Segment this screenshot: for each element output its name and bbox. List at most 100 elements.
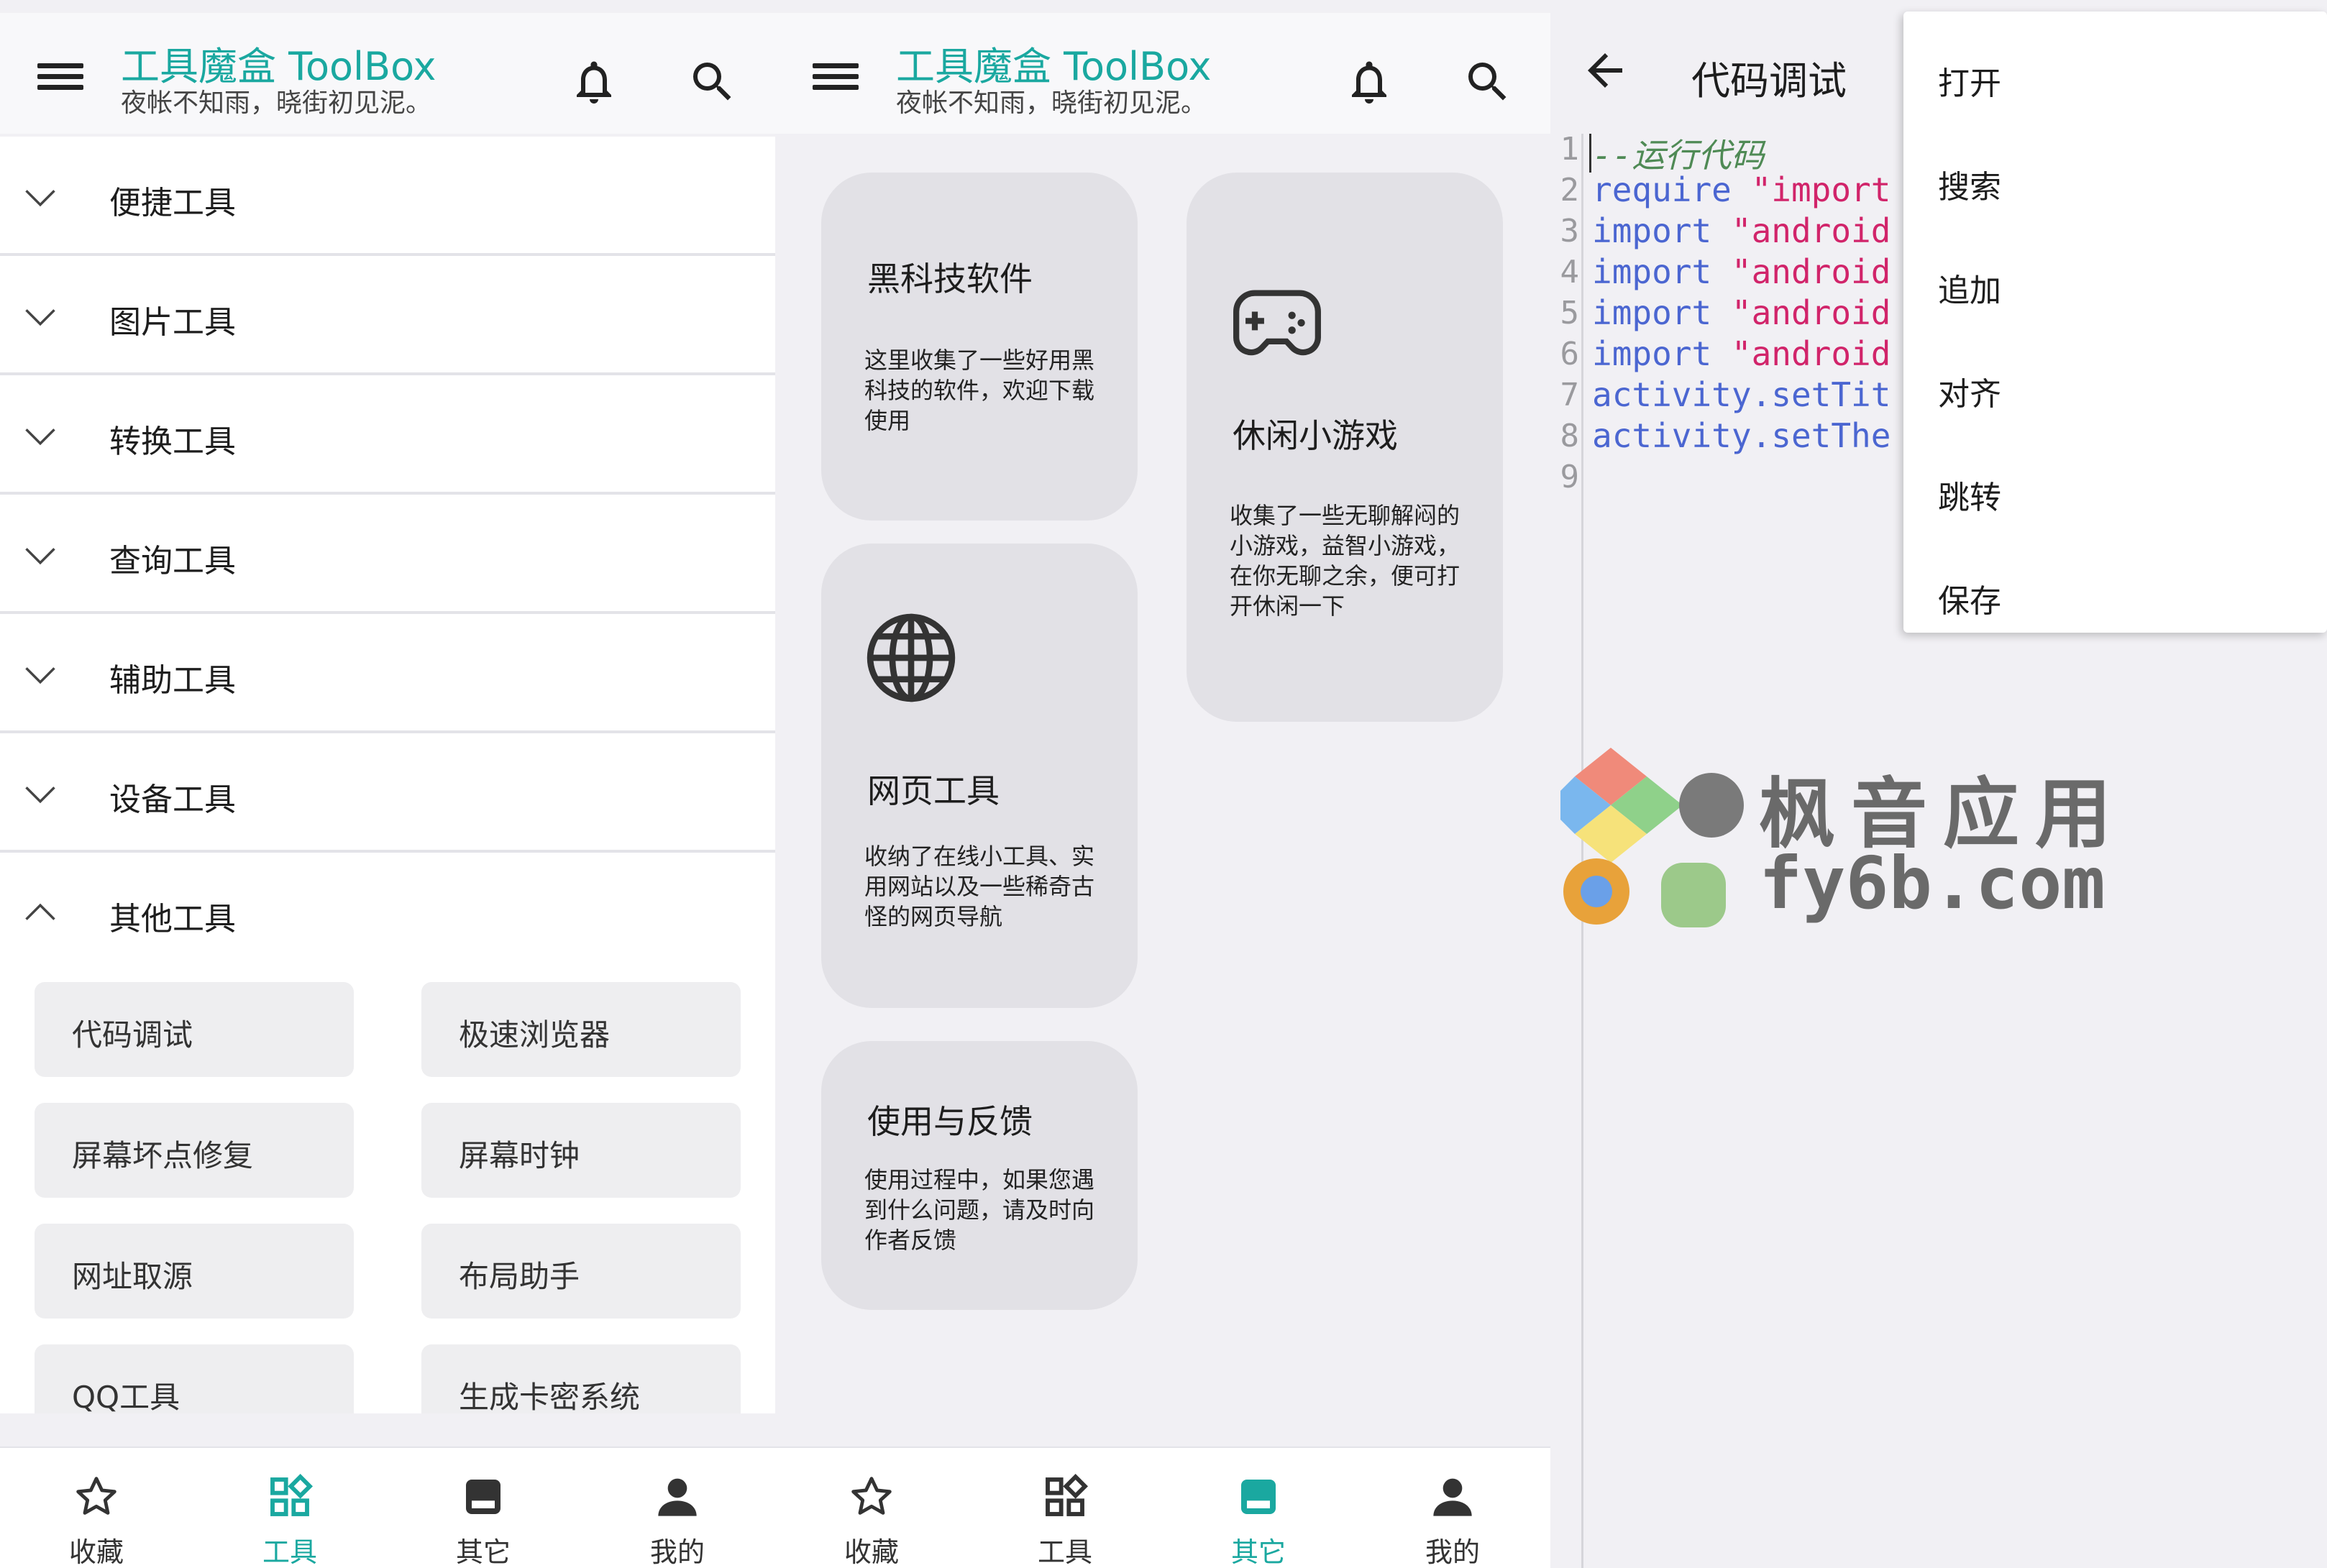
- gamepad-icon: [1233, 290, 1321, 356]
- code-line[interactable]: activity.setTit: [1592, 375, 1891, 414]
- chevron-down-icon: [25, 428, 55, 446]
- category-label: 其他工具: [109, 901, 236, 937]
- line-number: 7: [1560, 377, 1580, 413]
- menu-icon[interactable]: [37, 60, 83, 92]
- nav-favorites[interactable]: 收藏: [800, 1462, 943, 1568]
- code-token: import: [1592, 334, 1712, 373]
- menu-item-append[interactable]: 追加: [1903, 231, 2327, 335]
- nav-label: 我的: [649, 1536, 705, 1568]
- card-games[interactable]: 休闲小游戏 收集了一些无聊解闷的小游戏，益智小游戏，在你无聊之余，便可打开休闲一…: [1187, 173, 1503, 722]
- subtool-button[interactable]: 极速浏览器: [421, 982, 741, 1077]
- menu-item-label: 对齐: [1938, 376, 2001, 413]
- category-label: 转换工具: [109, 423, 236, 460]
- code-line[interactable]: require "import: [1592, 170, 1891, 209]
- code-token: import: [1592, 293, 1712, 332]
- menu-item-align[interactable]: 对齐: [1903, 335, 2327, 439]
- menu-item-goto[interactable]: 跳转: [1903, 439, 2327, 542]
- subtool-button[interactable]: 布局助手: [421, 1224, 741, 1319]
- menu-item-label: 打开: [1938, 65, 2001, 102]
- box-icon: [1241, 1480, 1276, 1514]
- search-icon[interactable]: [1462, 56, 1514, 108]
- nav-label: 工具: [1037, 1536, 1092, 1568]
- nav-tools[interactable]: 工具: [218, 1462, 362, 1568]
- search-icon[interactable]: [687, 56, 739, 108]
- back-arrow-icon[interactable]: [1579, 45, 1631, 96]
- subtool-button[interactable]: QQ工具: [35, 1344, 354, 1413]
- nav-label: 收藏: [844, 1536, 899, 1568]
- card-black-tech[interactable]: 黑科技软件 这里收集了一些好用黑科技的软件，欢迎下载使用: [821, 173, 1138, 521]
- category-item[interactable]: 图片工具: [0, 256, 775, 375]
- menu-item-search[interactable]: 搜索: [1903, 128, 2327, 231]
- subtool-button[interactable]: 代码调试: [35, 982, 354, 1077]
- card-desc: 收纳了在线小工具、实用网站以及一些稀奇古怪的网页导航: [864, 843, 1095, 930]
- bottom-nav: 收藏 工具 其它 我的: [775, 1446, 1550, 1568]
- nav-other[interactable]: 其它: [411, 1462, 555, 1568]
- nav-other[interactable]: 其它: [1187, 1462, 1330, 1568]
- chevron-down-icon: [25, 787, 55, 804]
- bottom-nav: 收藏 工具 其它 我的: [0, 1446, 775, 1568]
- nav-tools[interactable]: 工具: [993, 1462, 1137, 1568]
- subtool-label: 代码调试: [72, 1017, 193, 1053]
- subtool-label: 生成卡密系统: [459, 1380, 641, 1413]
- code-line[interactable]: import "android: [1592, 334, 1891, 373]
- nav-label: 我的: [1425, 1536, 1480, 1568]
- code-token: .setThe: [1751, 416, 1891, 455]
- code-line[interactable]: import "android: [1592, 252, 1891, 291]
- card-web-tools[interactable]: 网页工具 收纳了在线小工具、实用网站以及一些稀奇古怪的网页导航: [821, 544, 1138, 1008]
- subtool-button[interactable]: 生成卡密系统: [421, 1344, 741, 1413]
- app-bar: 工具魔盒 ToolBox 夜帐不知雨，晓街初见泥。: [775, 13, 1550, 134]
- code-line[interactable]: import "android: [1592, 293, 1891, 332]
- grid-icon: [1046, 1474, 1088, 1516]
- overflow-menu: 打开 搜索 追加 对齐 跳转 保存: [1903, 12, 2327, 633]
- menu-icon[interactable]: [813, 60, 859, 92]
- card-title: 使用与反馈: [867, 1102, 1033, 1141]
- nav-label: 工具: [262, 1536, 317, 1568]
- code-token: require: [1592, 170, 1732, 209]
- card-title: 休闲小游戏: [1233, 416, 1398, 455]
- nav-me[interactable]: 我的: [605, 1462, 749, 1568]
- category-label: 便捷工具: [109, 185, 236, 221]
- card-feedback[interactable]: 使用与反馈 使用过程中，如果您遇到什么问题，请及时向作者反馈: [821, 1041, 1138, 1310]
- subtool-button[interactable]: 屏幕坏点修复: [35, 1103, 354, 1198]
- app-subtitle: 夜帐不知雨，晓街初见泥。: [121, 88, 432, 118]
- chevron-down-icon: [25, 667, 55, 684]
- nav-label: 其它: [455, 1536, 511, 1568]
- line-number: 5: [1560, 295, 1580, 331]
- code-line[interactable]: import "android: [1592, 211, 1891, 250]
- subtool-button[interactable]: 屏幕时钟: [421, 1103, 741, 1198]
- nav-favorites[interactable]: 收藏: [24, 1462, 168, 1568]
- category-item[interactable]: 便捷工具: [0, 137, 775, 256]
- subtool-button[interactable]: 网址取源: [35, 1224, 354, 1319]
- subtool-label: 布局助手: [459, 1259, 580, 1294]
- box-icon: [466, 1480, 500, 1514]
- code-token: "import: [1751, 170, 1891, 209]
- nav-label: 其它: [1230, 1536, 1286, 1568]
- nav-me[interactable]: 我的: [1381, 1462, 1524, 1568]
- bell-icon[interactable]: [1343, 56, 1395, 108]
- category-item[interactable]: 辅助工具: [0, 614, 775, 733]
- menu-item-open[interactable]: 打开: [1903, 24, 2327, 128]
- line-number: 9: [1560, 459, 1580, 495]
- category-item[interactable]: 查询工具: [0, 495, 775, 614]
- category-item[interactable]: 转换工具: [0, 375, 775, 495]
- card-title: 网页工具: [867, 771, 1000, 810]
- chevron-up-icon: [25, 903, 55, 920]
- bell-icon[interactable]: [568, 56, 620, 108]
- menu-item-save[interactable]: 保存: [1903, 542, 2327, 646]
- card-desc: 收集了一些无聊解闷的小游戏，益智小游戏，在你无聊之余，便可打开休闲一下: [1230, 502, 1460, 620]
- menu-item-label: 追加: [1938, 272, 2001, 309]
- grid-icon: [270, 1474, 313, 1516]
- code-token: "android: [1731, 211, 1891, 250]
- category-label: 辅助工具: [109, 662, 236, 699]
- code-line[interactable]: activity.setThe: [1592, 416, 1891, 455]
- category-item[interactable]: 设备工具: [0, 733, 775, 853]
- code-token: .setTit: [1751, 375, 1891, 414]
- line-number: 4: [1560, 254, 1580, 290]
- category-item-expanded[interactable]: 其他工具: [0, 853, 775, 968]
- chevron-down-icon: [25, 548, 55, 565]
- category-label: 图片工具: [109, 304, 236, 341]
